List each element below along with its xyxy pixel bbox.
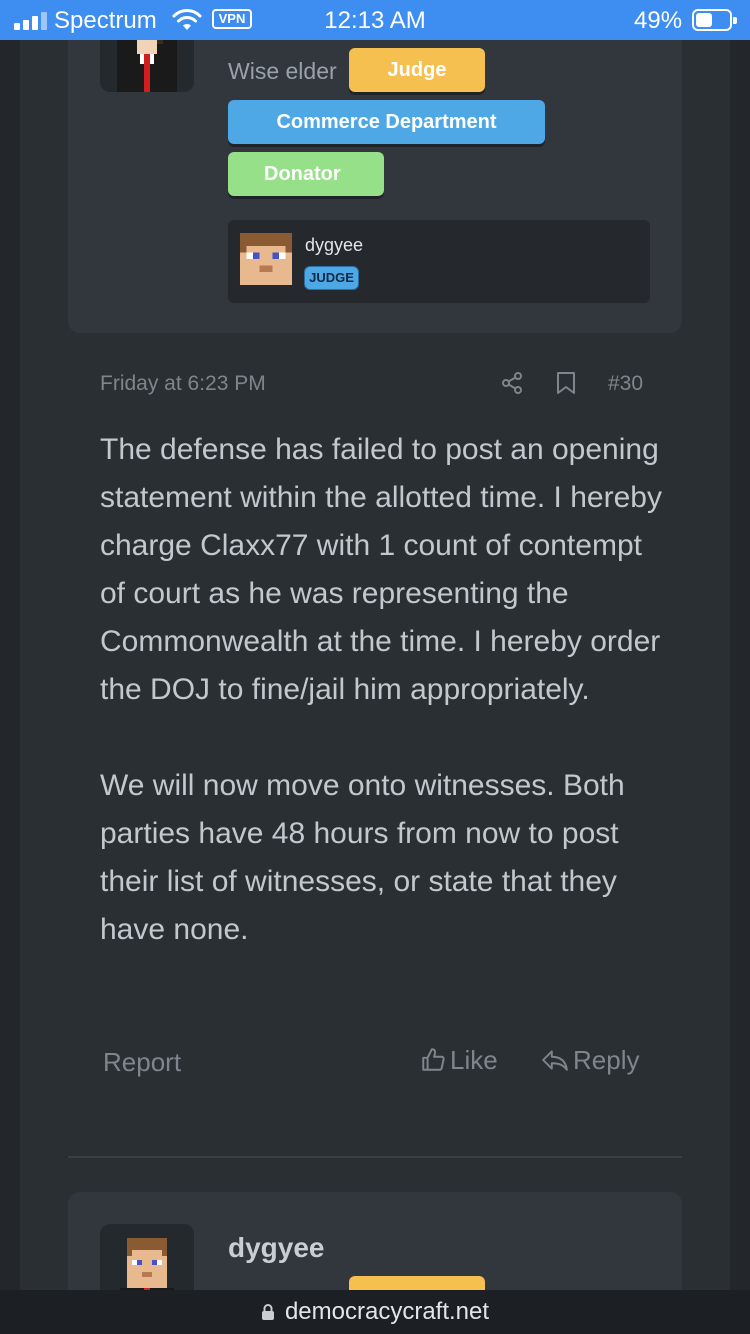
battery-icon [692, 9, 737, 31]
mini-avatar[interactable] [240, 233, 292, 285]
reply-label: Reply [573, 1045, 640, 1075]
url-bar[interactable]: democracycraft.net [0, 1290, 750, 1334]
avatar[interactable] [100, 1224, 194, 1294]
donator-banner: Donator [228, 152, 384, 196]
commerce-department-banner: Commerce Department [228, 100, 545, 144]
like-label: Like [450, 1045, 498, 1075]
battery-percent: 49% [634, 7, 683, 34]
url-domain: democracycraft.net [284, 1298, 490, 1325]
mini-card-username[interactable]: dygyee [305, 235, 363, 256]
username[interactable]: dygyee [228, 1232, 325, 1264]
post-paragraph: The defense has failed to post an openin… [100, 433, 662, 706]
avatar[interactable] [100, 40, 194, 92]
post-date[interactable]: Friday at 6:23 PM [100, 372, 266, 396]
reply-icon [542, 1050, 568, 1071]
thumbs-up-icon [422, 1048, 445, 1071]
reply-button[interactable]: Reply [541, 1045, 639, 1079]
lock-icon [261, 1304, 274, 1320]
like-button[interactable]: Like [420, 1045, 498, 1079]
share-icon[interactable] [500, 371, 524, 395]
user-title: Wise elder [228, 58, 337, 84]
post-number[interactable]: #30 [608, 372, 643, 396]
avatar-suit-icon [117, 40, 177, 92]
report-button[interactable]: Report [103, 1047, 181, 1078]
post-divider [68, 1156, 682, 1158]
post-paragraph: We will now move onto witnesses. Both pa… [100, 769, 625, 946]
judge-badge: JUDGE [304, 266, 359, 290]
judge-banner: Judge [349, 48, 485, 92]
avatar-face-icon [120, 1238, 174, 1294]
post-body: The defense has failed to post an openin… [100, 426, 670, 954]
bookmark-icon[interactable] [556, 371, 576, 395]
status-bar: Spectrum VPN 12:13 AM 49% [0, 0, 750, 40]
